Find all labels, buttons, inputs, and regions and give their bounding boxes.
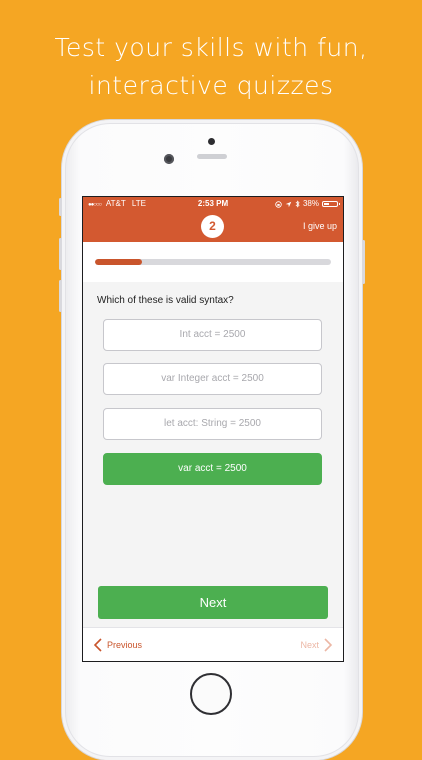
volume-up-button bbox=[59, 238, 62, 270]
status-bar: ●●○○○ AT&T LTE 2:53 PM 38% bbox=[83, 197, 343, 211]
silent-switch bbox=[59, 198, 62, 216]
volume-down-button bbox=[59, 280, 62, 312]
next-nav-button[interactable]: Next bbox=[300, 628, 335, 661]
progress-section bbox=[83, 242, 343, 282]
headline-line-2: interactive quizzes bbox=[88, 71, 334, 100]
question-number-badge: 2 bbox=[201, 215, 224, 238]
power-button bbox=[362, 240, 365, 284]
next-nav-label: Next bbox=[300, 639, 319, 650]
headline-line-1: Test your skills with fun, bbox=[54, 33, 368, 62]
proximity-sensor bbox=[208, 138, 215, 145]
progress-bar-fill bbox=[95, 259, 143, 265]
rotation-lock-icon bbox=[275, 200, 282, 208]
bluetooth-icon bbox=[295, 200, 300, 208]
answer-option-1[interactable]: Int acct = 2500 bbox=[103, 319, 322, 351]
app-screen: ●●○○○ AT&T LTE 2:53 PM 38% 2 I give up W… bbox=[82, 196, 344, 662]
headline: Test your skills with fun, interactive q… bbox=[0, 29, 422, 105]
bottom-navigation: Previous Next bbox=[83, 627, 343, 661]
phone-frame: ●●○○○ AT&T LTE 2:53 PM 38% 2 I give up W… bbox=[59, 120, 365, 760]
answer-option-4-selected[interactable]: var acct = 2500 bbox=[103, 453, 322, 485]
answer-option-3[interactable]: let acct: String = 2500 bbox=[103, 408, 322, 440]
give-up-button[interactable]: I give up bbox=[303, 221, 337, 231]
battery-percent: 38% bbox=[302, 199, 319, 208]
question-text: Which of these is valid syntax? bbox=[97, 295, 234, 306]
battery-icon bbox=[322, 201, 340, 207]
status-right: 38% bbox=[275, 197, 340, 211]
progress-bar bbox=[95, 259, 331, 265]
next-button[interactable]: Next bbox=[98, 586, 328, 619]
location-arrow-icon bbox=[285, 201, 292, 207]
home-button[interactable] bbox=[190, 673, 232, 715]
chevron-right-icon bbox=[324, 637, 333, 652]
previous-button[interactable]: Previous bbox=[91, 628, 142, 661]
battery-fill bbox=[324, 203, 329, 205]
app-header: ●●○○○ AT&T LTE 2:53 PM 38% 2 I give up bbox=[83, 197, 343, 242]
answer-option-2[interactable]: var Integer acct = 2500 bbox=[103, 363, 322, 395]
earpiece-speaker bbox=[197, 154, 227, 159]
front-camera bbox=[164, 154, 174, 164]
previous-label: Previous bbox=[107, 639, 143, 650]
chevron-left-icon bbox=[93, 637, 102, 652]
